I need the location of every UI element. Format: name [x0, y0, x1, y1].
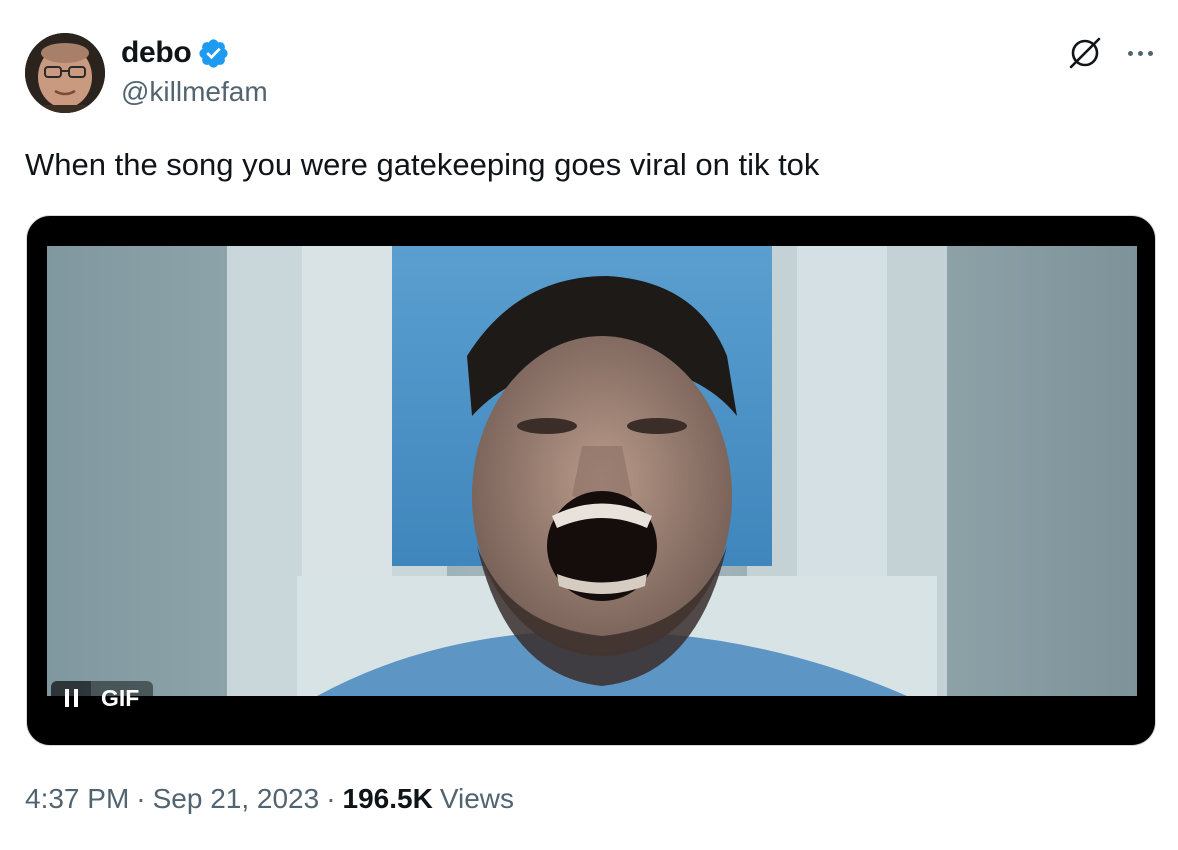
- display-name[interactable]: debo: [121, 36, 192, 70]
- meta-separator: ·: [326, 783, 336, 814]
- avatar[interactable]: [25, 33, 105, 113]
- tweet-date[interactable]: Sep 21, 2023: [153, 783, 320, 815]
- author-handle[interactable]: @killmefam: [121, 76, 268, 108]
- pause-icon[interactable]: [51, 681, 91, 715]
- avatar-image: [25, 33, 105, 113]
- author-name-row[interactable]: debo: [121, 33, 230, 73]
- gif-still-image: [47, 246, 1137, 696]
- views-label[interactable]: Views: [440, 783, 514, 815]
- more-dot: [1147, 50, 1153, 56]
- more-dot: [1127, 50, 1133, 56]
- more-dot: [1137, 50, 1143, 56]
- gif-badge: GIF: [91, 681, 154, 715]
- views-count[interactable]: 196.5K: [343, 783, 433, 815]
- tweet-text: When the song you were gatekeeping goes …: [25, 147, 820, 182]
- tweet-time[interactable]: 4:37 PM: [25, 783, 129, 815]
- meta-separator: ·: [136, 783, 146, 814]
- tweet-meta: 4:37 PM · Sep 21, 2023 · 196.5K Views: [25, 783, 514, 815]
- verified-badge-icon[interactable]: [197, 37, 230, 70]
- more-options-icon[interactable]: [1120, 34, 1160, 72]
- gif-controls[interactable]: GIF: [51, 681, 154, 715]
- grok-icon[interactable]: [1066, 34, 1104, 72]
- gif-frame[interactable]: [47, 246, 1137, 696]
- gif-media-card[interactable]: GIF: [26, 215, 1156, 746]
